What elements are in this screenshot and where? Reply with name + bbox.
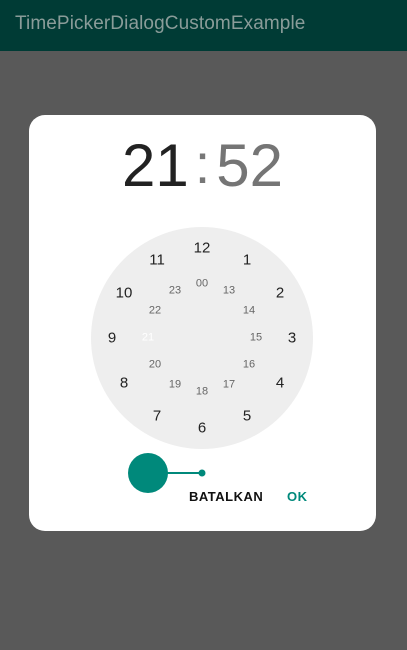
app-title: TimePickerDialogCustomExample xyxy=(15,13,306,34)
dial-number-12[interactable]: 12 xyxy=(194,241,211,256)
dial-number-2[interactable]: 2 xyxy=(276,286,284,301)
cancel-button[interactable]: BATALKAN xyxy=(189,489,263,504)
dial-number-19[interactable]: 19 xyxy=(169,379,181,391)
time-picker-dialog: 21:52 12 1 2 3 4 5 6 7 8 9 10 11 00 13 1… xyxy=(29,115,376,531)
ok-button[interactable]: OK xyxy=(287,489,308,504)
dial-number-18[interactable]: 18 xyxy=(196,386,208,398)
dial-number-15[interactable]: 15 xyxy=(250,332,262,344)
dial-number-9[interactable]: 9 xyxy=(108,331,116,346)
dial-number-17[interactable]: 17 xyxy=(223,379,235,391)
dial-number-6[interactable]: 6 xyxy=(198,421,206,436)
dial-number-3[interactable]: 3 xyxy=(288,331,296,346)
dial-number-11[interactable]: 11 xyxy=(149,253,165,268)
dial-number-23[interactable]: 23 xyxy=(169,285,181,297)
clock-dial[interactable]: 12 1 2 3 4 5 6 7 8 9 10 11 00 13 14 15 1… xyxy=(91,227,313,493)
clock-center-dot xyxy=(198,469,206,477)
dial-number-13[interactable]: 13 xyxy=(223,285,235,297)
time-separator: : xyxy=(194,132,211,195)
time-display: 21:52 xyxy=(29,132,376,200)
dial-number-7[interactable]: 7 xyxy=(153,409,161,424)
selected-hour-indicator[interactable] xyxy=(128,453,168,493)
dial-number-00[interactable]: 00 xyxy=(196,278,208,290)
dial-number-1[interactable]: 1 xyxy=(243,253,251,268)
app-bar: TimePickerDialogCustomExample xyxy=(0,0,407,51)
dial-number-16[interactable]: 16 xyxy=(243,359,255,371)
dial-number-5[interactable]: 5 xyxy=(243,409,251,424)
dial-number-21[interactable]: 21 xyxy=(142,332,154,344)
dial-number-22[interactable]: 22 xyxy=(149,305,161,317)
minute-display[interactable]: 52 xyxy=(216,132,283,199)
dial-number-8[interactable]: 8 xyxy=(120,376,128,391)
hour-display[interactable]: 21 xyxy=(122,132,189,199)
dial-number-4[interactable]: 4 xyxy=(276,376,284,391)
dial-number-20[interactable]: 20 xyxy=(149,359,161,371)
dial-number-14[interactable]: 14 xyxy=(243,305,255,317)
dial-number-10[interactable]: 10 xyxy=(116,286,133,301)
